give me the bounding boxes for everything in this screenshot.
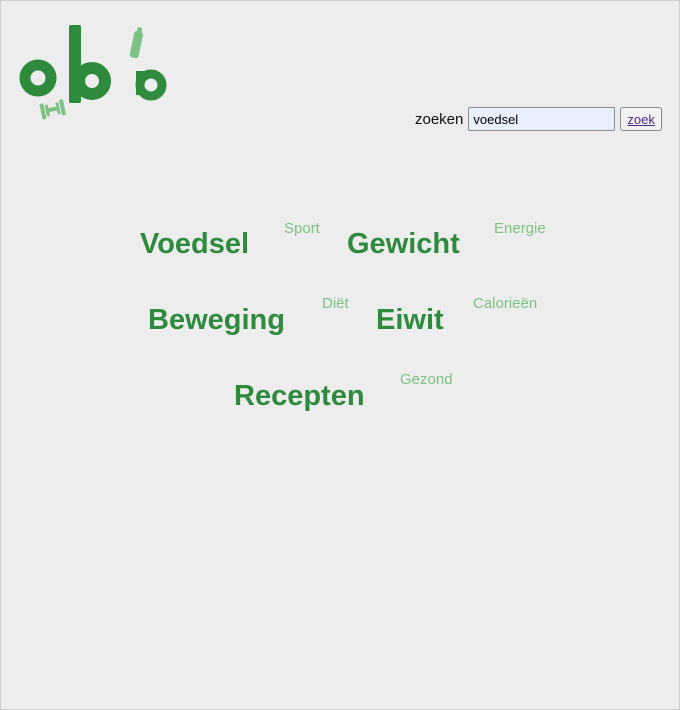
tag-voedsel[interactable]: Voedsel — [140, 228, 249, 261]
tag-gezond[interactable]: Gezond — [400, 371, 453, 388]
tag-sport[interactable]: Sport — [284, 220, 320, 237]
search-button[interactable]: zoek — [620, 107, 662, 131]
oba-logo-icon — [19, 25, 167, 120]
tag-recepten[interactable]: Recepten — [234, 380, 365, 413]
tag-eiwit[interactable]: Eiwit — [376, 304, 444, 337]
tag-diet[interactable]: Diët — [322, 295, 349, 312]
search-form: zoeken zoek — [415, 107, 662, 131]
tag-gewicht[interactable]: Gewicht — [347, 228, 460, 261]
tag-beweging[interactable]: Beweging — [148, 304, 285, 337]
tag-energie[interactable]: Energie — [494, 220, 546, 237]
oba-logo[interactable] — [19, 23, 175, 123]
search-label: zoeken — [415, 110, 464, 128]
search-input[interactable] — [468, 107, 616, 131]
tag-calorieen[interactable]: Calorieën — [473, 295, 537, 312]
